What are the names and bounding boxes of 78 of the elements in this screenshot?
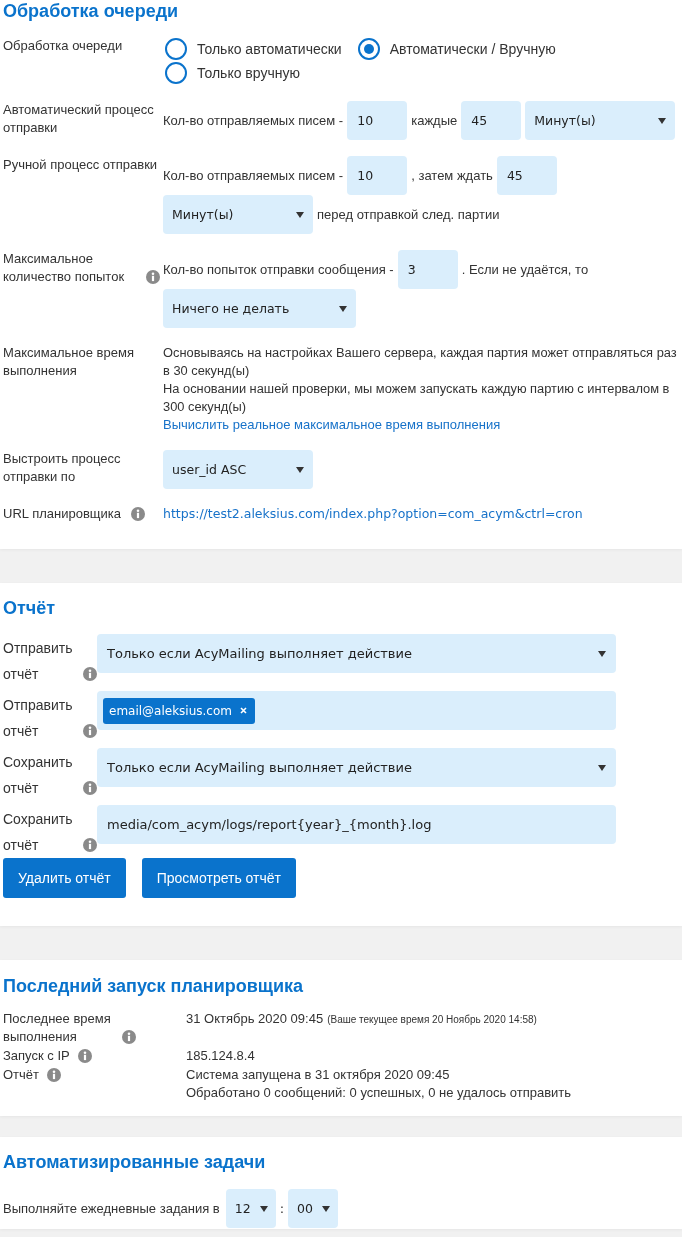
dropdown-select[interactable]: Ничего не делать (163, 289, 357, 328)
radio-label[interactable]: Автоматически / Вручную (389, 37, 556, 61)
number-input[interactable]: 3 (397, 250, 458, 289)
text-input[interactable]: media/com_acym/logs/report{year}_{month}.log (97, 805, 616, 844)
current-time-note: (Ваше текущее время 20 Ноябрь 2020 14:58) (327, 1013, 537, 1027)
number-input[interactable]: 45 (496, 156, 557, 195)
radio-label[interactable]: Только автоматически (197, 37, 342, 61)
field-label: Отправить отчёт (3, 639, 74, 684)
radio-button[interactable] (165, 62, 187, 84)
info-icon[interactable] (77, 1049, 92, 1063)
minute-select[interactable]: 00 (288, 1189, 339, 1228)
radio-label[interactable]: Только вручную (197, 61, 300, 85)
text-link[interactable]: Вычислить реальное максимальное время выполнения (163, 416, 501, 434)
form-text: Кол-во отправляемых писем - (163, 111, 344, 130)
info-value: 31 Октябрь 2020 09:45 (186, 1010, 324, 1028)
info-label: Отчёт (3, 1066, 40, 1084)
info-value: 185.124.8.4 (186, 1047, 255, 1065)
dropdown-select[interactable]: user_id ASC (163, 450, 314, 489)
email-tags-field[interactable]: email@aleksius.com (97, 691, 616, 730)
close-icon[interactable] (240, 707, 247, 714)
info-icon[interactable] (146, 270, 160, 284)
hour-select[interactable]: 12 (225, 1189, 276, 1228)
time-separator: : (279, 1201, 285, 1216)
radio-button[interactable] (165, 38, 187, 60)
info-label: Последнее время выполнения (3, 1010, 112, 1046)
field-label: Ручной процесс отправки (3, 156, 158, 174)
info-icon[interactable] (47, 1068, 62, 1082)
schedule-label: Выполняйте ежедневные задания в (3, 1201, 220, 1216)
info-icon[interactable] (83, 781, 97, 795)
info-label: Запуск с IP (3, 1047, 70, 1065)
caret-icon (339, 305, 348, 312)
field-label: URL планировщика (3, 505, 121, 523)
dropdown-select[interactable]: Минут(ы) (525, 101, 676, 140)
dropdown-select[interactable]: Минут(ы) (163, 195, 313, 234)
radio-button[interactable] (357, 38, 380, 60)
field-label: Выстроить процесс отправки по (3, 450, 122, 486)
caret-icon (322, 1205, 331, 1212)
dropdown-select[interactable]: Только если AcyMailing выполняет действие (97, 634, 616, 673)
info-icon[interactable] (122, 1030, 136, 1044)
info-icon[interactable] (83, 724, 97, 738)
form-text: Кол-во попыток отправки сообщения - (163, 260, 394, 279)
form-text: каждые (411, 111, 458, 130)
dropdown-select[interactable]: Только если AcyMailing выполняет действие (97, 748, 616, 787)
field-label: Максимальное время выполнения (3, 344, 135, 380)
caret-icon (658, 117, 667, 124)
description-text: На основании нашей проверки, мы можем запускать каждую партию с интервалом в 300 секунд(ы) (163, 380, 671, 416)
number-input[interactable]: 45 (461, 101, 522, 140)
field-label: Обработка очереди (3, 37, 123, 55)
field-label: Максимальное количество попыток (3, 250, 126, 286)
section-title: Автоматизированные задачи (3, 1151, 267, 1173)
caret-icon (598, 650, 606, 657)
section-title: Обработка очереди (3, 0, 180, 22)
delete-report-button[interactable]: Удалить отчёт (3, 858, 126, 898)
section-title: Отчёт (3, 597, 57, 619)
url-link[interactable]: https://test2.aleksius.com/index.php?option=com_acym&ctrl=cron (163, 505, 583, 523)
view-report-button[interactable]: Просмотреть отчёт (141, 858, 296, 898)
caret-icon (296, 466, 305, 473)
info-value: Обработано 0 сообщений: 0 успешных, 0 не удалось отправить (186, 1084, 572, 1102)
tag-text: email@aleksius.com (109, 703, 232, 718)
info-value: Система запущена в 31 октября 2020 09:45 (186, 1066, 450, 1084)
info-icon[interactable] (83, 667, 97, 681)
field-label: Сохранить отчёт (3, 810, 74, 855)
info-icon[interactable] (83, 838, 97, 852)
field-label: Автоматический процесс отправки (3, 101, 155, 137)
info-icon[interactable] (130, 507, 145, 521)
form-text: Кол-во отправляемых писем - (163, 166, 344, 185)
form-text: , затем ждать (411, 166, 493, 185)
description-text: Основываясь на настройках Вашего сервера, каждая партия может отправляться раз в 30 секунд(ы) (163, 344, 678, 380)
number-input[interactable]: 10 (347, 156, 408, 195)
form-text: перед отправкой след. партии (317, 205, 500, 224)
caret-icon (259, 1205, 268, 1212)
number-input[interactable]: 10 (347, 101, 408, 140)
field-label: Сохранить отчёт (3, 753, 74, 798)
caret-icon (598, 764, 606, 771)
caret-icon (296, 211, 304, 218)
field-label: Отправить отчёт (3, 696, 74, 741)
section-title: Последний запуск планировщика (3, 975, 305, 997)
form-text: . Если не удаётся, то (461, 260, 589, 279)
